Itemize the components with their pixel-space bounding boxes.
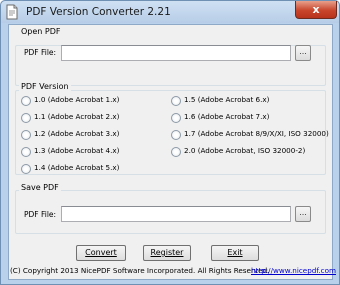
convert-button-label: Convert [85, 248, 117, 257]
version-label: 1.1 (Adobe Acrobat 2.x) [34, 112, 120, 121]
version-label: 1.2 (Adobe Acrobat 3.x) [34, 129, 120, 138]
save-pdf-file-input[interactable] [61, 206, 291, 222]
exit-button[interactable]: Exit [211, 245, 259, 261]
title-bar[interactable]: PDF Version Converter 2.21 x [1, 1, 339, 23]
save-pdf-browse-button[interactable]: ... [295, 206, 311, 222]
close-button[interactable]: x [295, 1, 337, 19]
radio-button[interactable] [171, 147, 181, 157]
pdf-version-group-label: PDF Version [19, 82, 71, 91]
pdf-document-icon [6, 4, 18, 20]
exit-button-label: Exit [227, 248, 243, 257]
save-pdf-group-label: Save PDF [19, 183, 61, 192]
close-icon: x [312, 3, 320, 16]
version-label: 1.3 (Adobe Acrobat 4.x) [34, 146, 120, 155]
open-pdf-file-label: PDF File: [24, 48, 57, 57]
radio-button[interactable] [21, 130, 31, 140]
radio-button[interactable] [21, 113, 31, 123]
radio-button[interactable] [21, 96, 31, 106]
register-button[interactable]: Register [143, 245, 191, 261]
version-label: 1.7 (Adobe Acrobat 8/9/X/XI, ISO 32000) [184, 129, 329, 138]
radio-button[interactable] [171, 113, 181, 123]
radio-button[interactable] [21, 147, 31, 157]
open-pdf-group-label: Open PDF [19, 27, 63, 36]
version-label: 1.0 (Adobe Acrobat 1.x) [34, 95, 120, 104]
convert-button[interactable]: Convert [76, 245, 126, 261]
radio-button[interactable] [171, 96, 181, 106]
radio-button[interactable] [21, 164, 31, 174]
version-label: 2.0 (Adobe Acrobat, ISO 32000-2) [184, 146, 306, 155]
open-pdf-file-input[interactable] [61, 45, 291, 61]
version-label: 1.4 (Adobe Acrobat 5.x) [34, 163, 120, 172]
app-window: PDF Version Converter 2.21 x Open PDF PD… [0, 0, 340, 285]
dialog-body: Open PDF PDF File: ... PDF Version 1.0 (… [8, 24, 333, 280]
version-label: 1.5 (Adobe Acrobat 6.x) [184, 95, 270, 104]
copyright-text: (C) Copyright 2013 NicePDF Software Inco… [10, 266, 270, 275]
register-button-label: Register [150, 248, 184, 257]
website-link[interactable]: http://www.nicepdf.com [251, 266, 336, 275]
open-pdf-browse-button[interactable]: ... [295, 45, 311, 61]
save-pdf-file-label: PDF File: [24, 210, 57, 219]
radio-button[interactable] [171, 130, 181, 140]
version-label: 1.6 (Adobe Acrobat 7.x) [184, 112, 270, 121]
window-title: PDF Version Converter 2.21 [26, 6, 171, 18]
